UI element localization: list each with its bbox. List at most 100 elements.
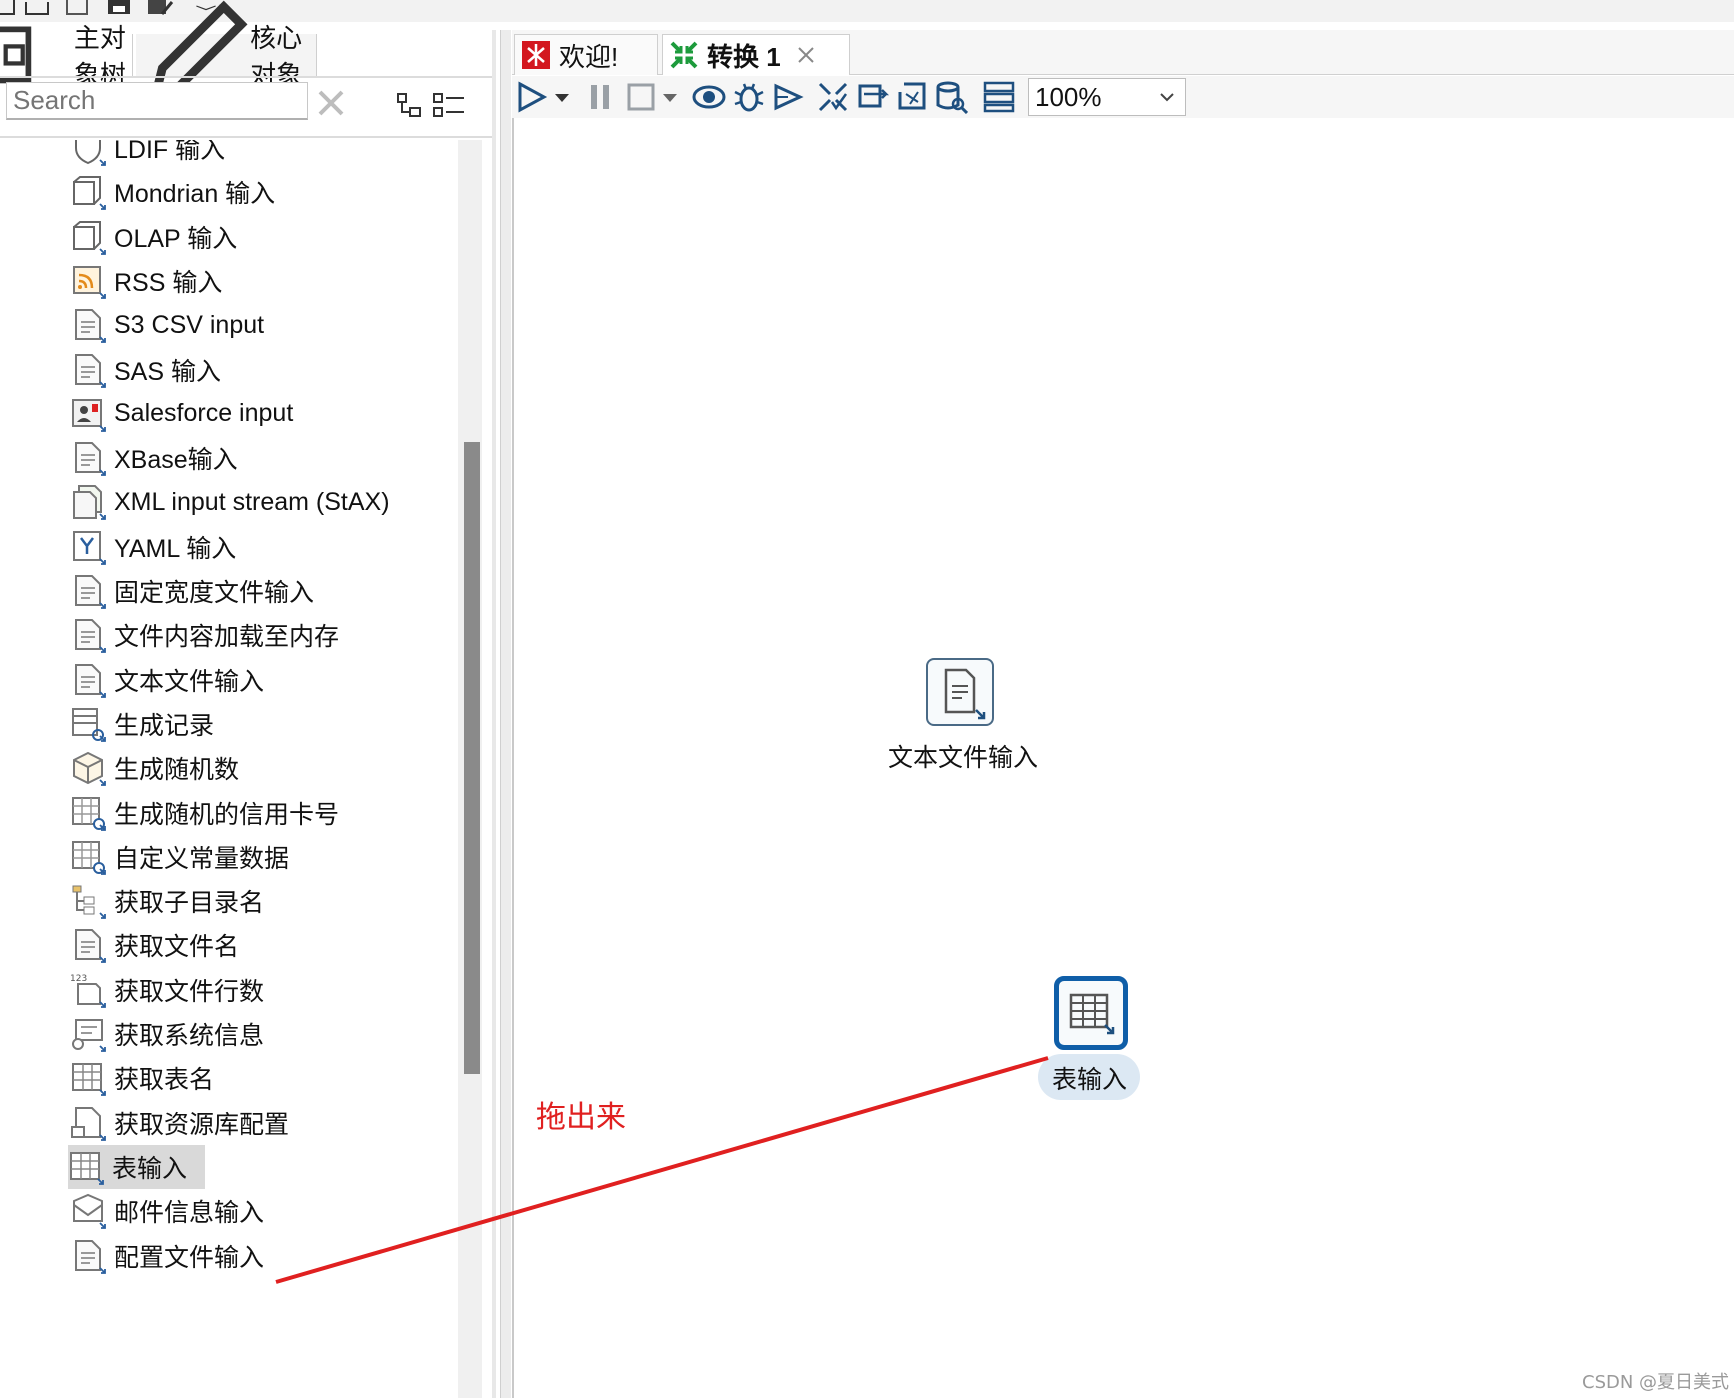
tree-item[interactable]: SAS 输入	[70, 348, 221, 392]
tree-item[interactable]: 123 获取文件行数	[70, 968, 264, 1012]
table-icon	[72, 1063, 106, 1097]
tree-item[interactable]: 获取文件名	[70, 923, 239, 967]
replay-icon[interactable]	[772, 80, 806, 114]
close-icon[interactable]	[795, 44, 817, 66]
tree-item[interactable]: Salesforce input	[70, 392, 293, 436]
new-file-icon[interactable]	[0, 0, 22, 18]
tab-label: 转换 1	[707, 41, 781, 72]
chevron-down-icon	[1160, 93, 1174, 102]
run-options-dropdown-icon[interactable]	[552, 80, 572, 114]
ldif-icon	[75, 140, 106, 166]
welcome-icon	[522, 41, 550, 69]
step-text-file-input[interactable]	[926, 658, 994, 726]
credit-card-icon	[72, 796, 106, 831]
core-objects-tree: LDIF 输入 Mondrian 输入 OLAP 输入 RSS 输入 S3 CSV in…	[0, 140, 456, 1398]
text-file-input-icon	[944, 668, 986, 720]
tree-item[interactable]: 获取表名	[70, 1056, 214, 1100]
tree-item[interactable]: XBase输入	[70, 436, 238, 480]
tree-item[interactable]: 生成随机数	[70, 746, 239, 790]
panel-divider[interactable]	[492, 30, 496, 1398]
clear-search-icon[interactable]	[316, 88, 346, 118]
preview-eye-icon[interactable]	[692, 80, 726, 114]
impact-icon[interactable]	[856, 80, 890, 114]
tree-item-label: SAS 输入	[114, 357, 221, 386]
tree-item-label: 获取资源库配置	[114, 1110, 290, 1139]
tree-item-label: 获取表名	[114, 1066, 215, 1095]
pause-icon[interactable]	[584, 80, 618, 114]
tree-item[interactable]: S3 CSV input	[70, 303, 264, 347]
tree-item[interactable]: 文本文件输入	[70, 658, 264, 702]
explore-db-icon[interactable]	[934, 80, 968, 114]
align-grid-icon[interactable]	[982, 80, 1016, 114]
tree-item-label: 生成记录	[114, 711, 215, 740]
tree-item[interactable]: 自定义常量数据	[70, 835, 289, 879]
tree-item[interactable]: 获取系统信息	[70, 1012, 264, 1056]
tree-item[interactable]: 固定宽度文件输入	[70, 569, 314, 613]
tab-divider	[0, 76, 492, 78]
open-folder-icon[interactable]	[22, 0, 52, 18]
tree-item-label: 自定义常量数据	[114, 844, 290, 873]
save-icon[interactable]	[104, 0, 134, 18]
dbf-file-icon	[75, 442, 106, 476]
tree-item[interactable]: 获取子目录名	[70, 879, 264, 923]
step-label: 文本文件输入	[888, 744, 1039, 772]
mail-icon	[73, 1194, 106, 1230]
tree-item-label: YAML 输入	[114, 534, 237, 563]
salesforce-icon	[72, 398, 106, 432]
tab-main-object-tree[interactable]: 主对象树	[0, 23, 133, 90]
tree-item[interactable]: XML input stream (StAX)	[70, 480, 390, 524]
tree-item[interactable]: YAML 输入	[70, 525, 236, 569]
folder-tree-icon	[72, 885, 106, 919]
tree-item[interactable]: 表输入	[68, 1144, 206, 1189]
tree-item[interactable]: 获取资源库配置	[70, 1101, 289, 1145]
file-icon	[75, 929, 106, 964]
tab-welcome[interactable]: 欢迎!	[514, 34, 658, 75]
cube-icon	[73, 220, 106, 255]
zoom-select[interactable]: 100%	[1028, 78, 1186, 116]
tree-scrollbar-thumb[interactable]	[464, 442, 480, 1074]
stop-icon[interactable]	[624, 80, 658, 114]
svg-text:123: 123	[70, 974, 87, 984]
table-icon	[70, 1151, 104, 1185]
tree-item[interactable]: 文件内容加载至内存	[70, 613, 339, 657]
run-icon[interactable]	[514, 80, 548, 114]
tree-item-label: 获取文件名	[114, 933, 240, 962]
tab-transformation-1[interactable]: 转换 1	[662, 34, 850, 75]
tree-item-label: 表输入	[112, 1154, 188, 1183]
tree-item[interactable]: LDIF 输入	[70, 140, 225, 170]
collapse-all-icon[interactable]	[396, 92, 424, 120]
explore-icon[interactable]	[62, 0, 92, 18]
table-gear-icon	[72, 840, 106, 875]
tree-item[interactable]: 生成记录	[70, 702, 214, 746]
dice-icon	[73, 752, 106, 787]
drag-annotation-text: 拖出来	[536, 1101, 626, 1134]
tab-core-objects[interactable]: 核心对象	[136, 0, 317, 113]
transformation-canvas[interactable]	[512, 118, 1734, 1398]
tree-item[interactable]: RSS 输入	[70, 259, 222, 303]
tree-item[interactable]: 生成随机的信用卡号	[70, 791, 339, 835]
expand-all-icon[interactable]	[432, 92, 466, 120]
tree-item-label: 配置文件输入	[114, 1243, 265, 1272]
s3-file-icon	[75, 309, 106, 344]
stop-options-dropdown-icon[interactable]	[660, 80, 680, 114]
xml-file-icon	[73, 485, 106, 521]
step-table-input[interactable]	[1054, 976, 1128, 1050]
tree-item[interactable]: 配置文件输入	[70, 1234, 264, 1278]
sql-icon[interactable]	[896, 80, 930, 114]
tab-label: 欢迎!	[559, 41, 619, 72]
sas-file-icon	[75, 353, 106, 388]
search-input[interactable]	[6, 82, 308, 120]
tree-item-label: 文本文件输入	[114, 667, 265, 696]
file-rows-icon: 123	[70, 974, 106, 1008]
tree-item[interactable]: 邮件信息输入	[70, 1189, 264, 1233]
file-icon	[75, 663, 106, 698]
tree-item-label: LDIF 输入	[114, 140, 226, 164]
tree-item-label: 获取子目录名	[114, 889, 265, 918]
tree-item[interactable]: Mondrian 输入	[70, 170, 275, 214]
verify-icon[interactable]	[816, 80, 850, 114]
tab-label: 主对象树	[73, 23, 126, 90]
tree-item[interactable]: OLAP 输入	[70, 215, 237, 259]
debug-bug-icon[interactable]	[732, 80, 766, 114]
generate-rows-icon	[72, 707, 106, 742]
tree-item-label: Mondrian 输入	[114, 180, 276, 209]
